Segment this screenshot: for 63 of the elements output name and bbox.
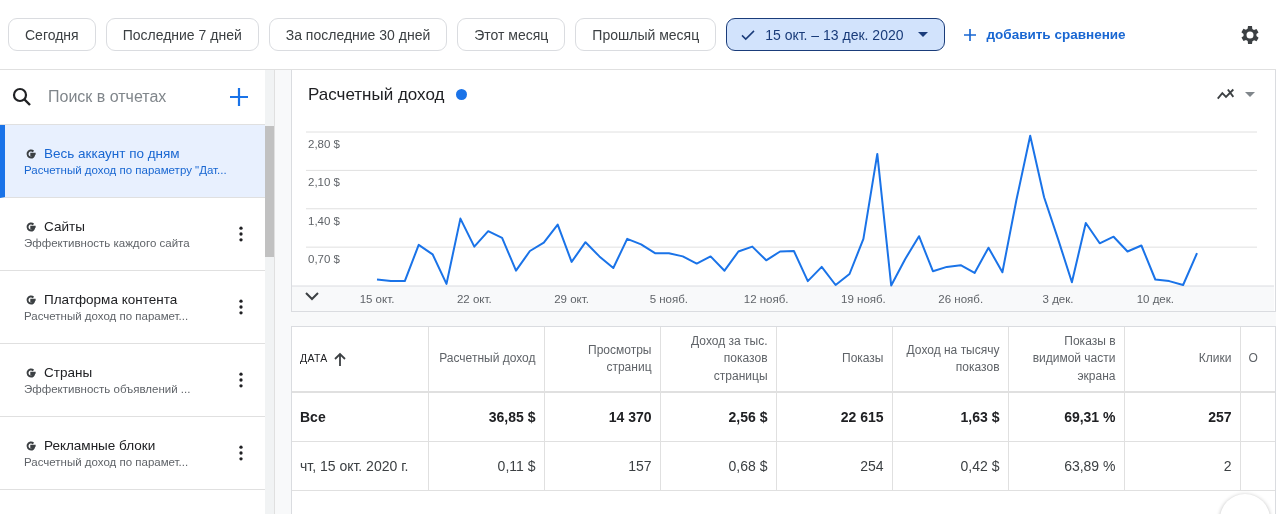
column-header[interactable]: О bbox=[1240, 327, 1275, 392]
report-description: Эффективность объявлений ... bbox=[24, 383, 192, 395]
axis-label: 5 нояб. bbox=[649, 293, 689, 305]
date-range-chip[interactable]: Последние 7 дней bbox=[105, 18, 259, 51]
plus-icon[interactable] bbox=[227, 85, 251, 109]
column-header[interactable]: Расчетный доход bbox=[428, 327, 544, 392]
column-header[interactable]: Показы в видимой части экрана bbox=[1008, 327, 1124, 392]
axis-label: 3 дек. bbox=[1042, 293, 1074, 305]
axis-label: 15 окт. bbox=[359, 293, 395, 305]
table-cell: 0,68 $ bbox=[660, 441, 776, 491]
report-description: Расчетный доход по парамет... bbox=[24, 456, 190, 468]
axis-label: 0,70 $ bbox=[308, 253, 340, 266]
table-cell: 157 bbox=[544, 441, 660, 491]
scrollbar-thumb[interactable] bbox=[265, 126, 274, 257]
report-list-item[interactable]: Весь аккаунт по дням Расчетный доход по параметру "Дат... bbox=[0, 125, 265, 198]
date-range-chip[interactable]: 15 окт. – 13 дек. 2020 bbox=[726, 18, 945, 51]
report-description: Эффективность каждого сайта bbox=[24, 237, 191, 249]
table-cell: 0,42 $ bbox=[892, 441, 1008, 491]
axis-label: 2,10 $ bbox=[308, 176, 340, 189]
table-cell: Все bbox=[292, 392, 428, 442]
column-header[interactable]: Доход за тыс. показов страницы bbox=[660, 327, 776, 392]
chart-title: Расчетный доход bbox=[308, 84, 445, 105]
table-cell: 257 bbox=[1124, 392, 1240, 442]
date-range-chip[interactable]: За последние 30 дней bbox=[268, 18, 448, 51]
column-header[interactable]: Показы bbox=[776, 327, 892, 392]
report-title: Сайты bbox=[44, 219, 85, 234]
axis-label: 19 нояб. bbox=[841, 293, 886, 305]
report-title: Весь аккаунт по дням bbox=[44, 146, 180, 161]
date-range-chip[interactable]: Прошлый месяц bbox=[575, 18, 717, 51]
table-cell: 36,85 $ bbox=[428, 392, 544, 442]
column-header[interactable]: Доход на тысячу показов bbox=[892, 327, 1008, 392]
date-range-chip[interactable]: Этот месяц bbox=[457, 18, 566, 51]
axis-label: 12 нояб. bbox=[743, 293, 789, 305]
axis-label: 1,40 $ bbox=[308, 214, 340, 227]
axis-label: 22 окт. bbox=[456, 293, 492, 305]
table-cell: чт, 15 окт. 2020 г. bbox=[292, 441, 428, 491]
report-title: Рекламные блоки bbox=[44, 438, 156, 453]
column-header[interactable]: Просмотры страниц bbox=[544, 327, 660, 392]
table-cell: 0,11 $ bbox=[428, 441, 544, 491]
report-title: Платформа контента bbox=[44, 292, 178, 307]
table-cell: 14 370 bbox=[544, 392, 660, 442]
table-cell: 1,63 $ bbox=[892, 392, 1008, 442]
column-header[interactable]: Клики bbox=[1124, 327, 1240, 392]
caret-icon bbox=[1245, 92, 1255, 97]
table-cell: 2 bbox=[1124, 441, 1240, 491]
table-cell: 254 bbox=[776, 441, 892, 491]
axis-label: 26 нояб. bbox=[938, 293, 984, 305]
table-cell: 2,56 $ bbox=[660, 392, 776, 442]
axis-label: 29 окт. bbox=[554, 293, 589, 305]
report-description: Расчетный доход по парамет... bbox=[24, 310, 190, 322]
column-header-label: ДАТА bbox=[300, 351, 328, 367]
report-description: Расчетный доход по параметру "Дат... bbox=[24, 164, 228, 176]
chevron-down-icon[interactable] bbox=[305, 292, 319, 301]
axis-label: 2,80 $ bbox=[308, 138, 340, 150]
date-range-chip[interactable]: Сегодня bbox=[8, 18, 96, 51]
table-cell: 69,31 % bbox=[1008, 392, 1124, 442]
add-comparison-button[interactable]: добавить сравнение bbox=[954, 25, 1132, 44]
report-title: Страны bbox=[44, 365, 93, 380]
axis-label: 10 дек. bbox=[1136, 293, 1174, 305]
search-field[interactable]: Поиск в отчетах bbox=[46, 87, 215, 107]
table-cell: 22 615 bbox=[776, 392, 892, 442]
caret-icon bbox=[917, 32, 928, 37]
table-cell: 63,89 % bbox=[1008, 441, 1124, 491]
